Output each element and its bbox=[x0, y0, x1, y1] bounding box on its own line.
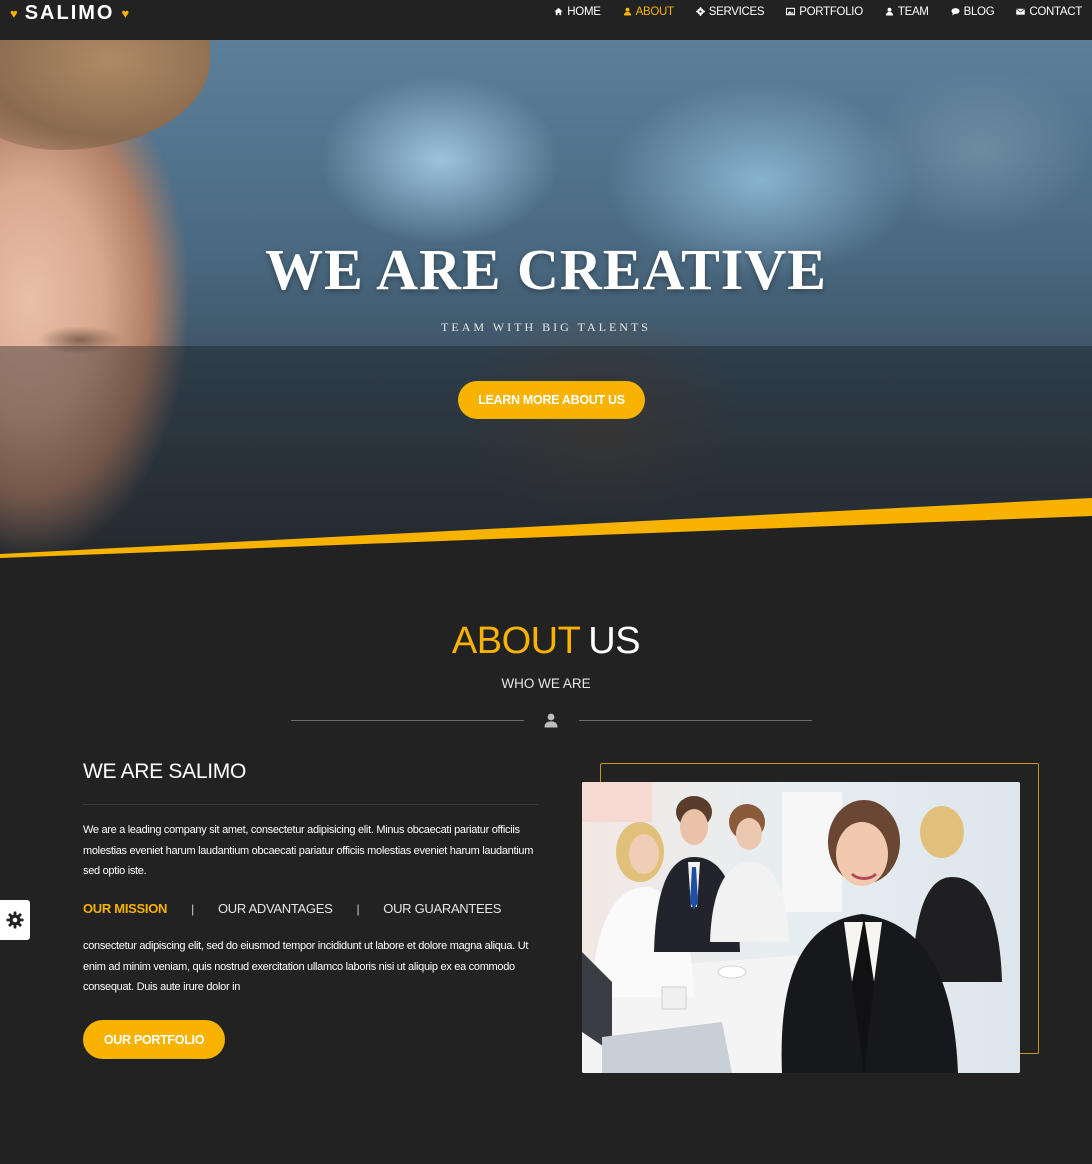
nav-item-label: ABOUT bbox=[635, 5, 674, 18]
nav-item-services[interactable]: SERVICES bbox=[695, 5, 765, 18]
our-portfolio-button[interactable]: OUR PORTFOLIO bbox=[83, 1020, 225, 1059]
tab-separator: | bbox=[191, 901, 194, 916]
nav-menu: HOME ABOUT SERVICES PORTFOLIO TEAM BLOG … bbox=[554, 0, 1082, 23]
image-icon bbox=[786, 7, 796, 16]
nav-item-blog[interactable]: BLOG bbox=[951, 6, 995, 18]
nav-item-portfolio[interactable]: PORTFOLIO bbox=[786, 6, 863, 18]
logo[interactable]: ♥ SALIMO ♥ bbox=[10, 0, 129, 26]
heart-icon: ♥ bbox=[121, 5, 130, 21]
about-title-rest: US bbox=[588, 620, 641, 662]
about-title: ABOUT US bbox=[0, 619, 1092, 663]
home-icon bbox=[554, 7, 563, 16]
nav-item-label: SERVICES bbox=[708, 5, 765, 18]
nav-item-contact[interactable]: CONTACT bbox=[1016, 6, 1082, 18]
divider-line-left bbox=[291, 720, 524, 721]
nav-item-label: HOME bbox=[567, 5, 601, 18]
gear-icon bbox=[695, 7, 705, 16]
settings-toggle[interactable] bbox=[0, 900, 30, 940]
nav-item-team[interactable]: TEAM bbox=[885, 6, 929, 18]
tab-content: consectetur adipiscing elit, sed do eius… bbox=[83, 940, 529, 993]
user-icon bbox=[623, 7, 632, 16]
user-icon bbox=[544, 713, 558, 728]
tab-our-advantages[interactable]: OUR ADVANTAGES bbox=[218, 901, 333, 916]
gear-icon bbox=[6, 911, 24, 929]
navbar: ♥ SALIMO ♥ HOME ABOUT SERVICES PORTFOLIO… bbox=[0, 0, 1092, 40]
logo-text: SALIMO bbox=[24, 1, 115, 24]
hero-slant-divider bbox=[0, 498, 1092, 558]
nav-item-label: BLOG bbox=[963, 5, 995, 18]
about-title-accent: ABOUT bbox=[451, 620, 581, 662]
hero-subtitle: TEAM WITH BIG TALENTS bbox=[441, 320, 651, 334]
user-icon bbox=[885, 7, 894, 16]
divider-line-right bbox=[579, 720, 812, 721]
heart-icon: ♥ bbox=[10, 5, 18, 21]
nav-item-home[interactable]: HOME bbox=[554, 5, 601, 18]
section-heading: WE ARE SALIMO bbox=[83, 760, 246, 783]
nav-item-label: TEAM bbox=[897, 5, 929, 18]
hero-background-hair bbox=[0, 40, 210, 150]
hero-section: WE ARE CREATIVE TEAM WITH BIG TALENTS LE… bbox=[0, 40, 1092, 558]
hero-title: WE ARE CREATIVE bbox=[265, 237, 827, 302]
about-tabs: OUR MISSION | OUR ADVANTAGES | OUR GUARA… bbox=[83, 901, 501, 916]
about-subtitle: WHO WE ARE bbox=[501, 676, 591, 691]
nav-item-label: CONTACT bbox=[1029, 5, 1082, 18]
nav-item-about[interactable]: ABOUT bbox=[623, 6, 674, 18]
tab-separator: | bbox=[356, 901, 360, 916]
tab-our-guarantees[interactable]: OUR GUARANTEES bbox=[383, 901, 501, 916]
heading-rule bbox=[83, 804, 539, 805]
learn-more-button[interactable]: LEARN MORE ABOUT US bbox=[458, 381, 645, 419]
envelope-icon bbox=[1016, 7, 1026, 16]
nav-item-label: PORTFOLIO bbox=[799, 5, 863, 18]
comment-icon bbox=[951, 7, 960, 16]
team-photo bbox=[582, 782, 1020, 1073]
about-paragraph: We are a leading company sit amet, conse… bbox=[83, 824, 534, 877]
tab-our-mission[interactable]: OUR MISSION bbox=[83, 901, 167, 916]
about-left-column: WE ARE SALIMO We are a leading company s… bbox=[83, 760, 539, 1059]
